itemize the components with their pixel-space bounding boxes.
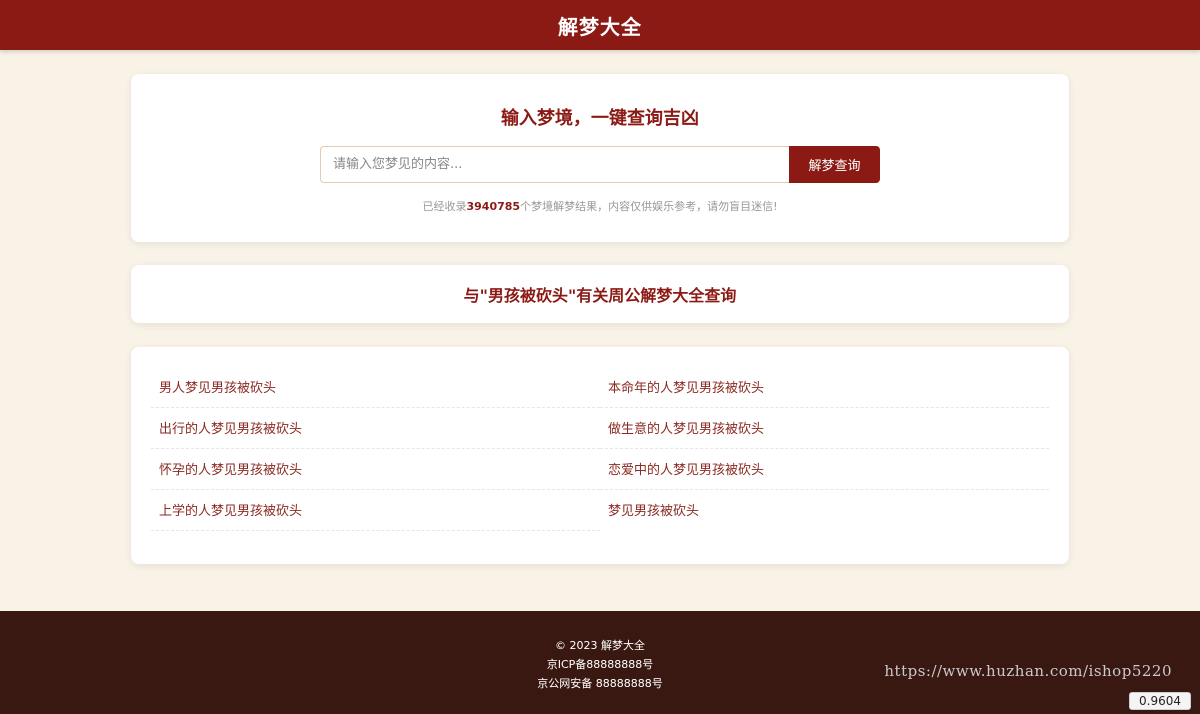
search-input[interactable] <box>320 146 789 183</box>
site-header: 解梦大全 <box>0 0 1200 50</box>
results-list-card: 男人梦见男孩被砍头 本命年的人梦见男孩被砍头 出行的人梦见男孩被砍头 做生意的人… <box>131 347 1069 564</box>
search-form: 解梦查询 <box>320 146 880 183</box>
search-heading: 输入梦境，一键查询吉凶 <box>501 108 699 129</box>
list-item: 怀孕的人梦见男孩被砍头 <box>151 449 600 490</box>
site-title: 解梦大全 <box>558 14 642 39</box>
stats-text: 已经收录3940785个梦境解梦结果，内容仅供娱乐参考，请勿盲目迷信! <box>131 198 1069 214</box>
list-item: 男人梦见男孩被砍头 <box>151 367 600 408</box>
stats-prefix: 已经收录 <box>422 200 467 213</box>
dream-link[interactable]: 怀孕的人梦见男孩被砍头 <box>159 463 302 478</box>
list-item: 本命年的人梦见男孩被砍头 <box>600 367 1049 408</box>
dream-link[interactable]: 做生意的人梦见男孩被砍头 <box>608 422 764 437</box>
footer-copyright: © 2023 解梦大全 <box>555 639 645 652</box>
search-card: 输入梦境，一键查询吉凶 解梦查询 已经收录3940785个梦境解梦结果，内容仅供… <box>131 74 1069 242</box>
dream-link[interactable]: 梦见男孩被砍头 <box>608 504 699 519</box>
list-item: 恋爱中的人梦见男孩被砍头 <box>600 449 1049 490</box>
results-heading: 与"男孩被砍头"有关周公解梦大全查询 <box>463 286 737 305</box>
list-item: 做生意的人梦见男孩被砍头 <box>600 408 1049 449</box>
list-item: 梦见男孩被砍头 <box>600 490 1049 531</box>
search-button[interactable]: 解梦查询 <box>789 146 880 183</box>
score-badge: 0.9604 <box>1129 692 1191 710</box>
dream-link[interactable]: 本命年的人梦见男孩被砍头 <box>608 381 764 396</box>
list-item: 出行的人梦见男孩被砍头 <box>151 408 600 449</box>
stats-count: 3940785 <box>466 200 521 213</box>
results-title-card: 与"男孩被砍头"有关周公解梦大全查询 <box>131 265 1069 323</box>
list-item: 上学的人梦见男孩被砍头 <box>151 490 600 531</box>
dream-list: 男人梦见男孩被砍头 本命年的人梦见男孩被砍头 出行的人梦见男孩被砍头 做生意的人… <box>151 367 1049 531</box>
dream-link[interactable]: 出行的人梦见男孩被砍头 <box>159 422 302 437</box>
dream-link[interactable]: 恋爱中的人梦见男孩被砍头 <box>608 463 764 478</box>
dream-link[interactable]: 男人梦见男孩被砍头 <box>159 381 276 396</box>
watermark-text: https://www.huzhan.com/ishop5220 <box>884 662 1172 680</box>
stats-suffix: 个梦境解梦结果，内容仅供娱乐参考，请勿盲目迷信! <box>520 200 778 213</box>
dream-link[interactable]: 上学的人梦见男孩被砍头 <box>159 504 302 519</box>
